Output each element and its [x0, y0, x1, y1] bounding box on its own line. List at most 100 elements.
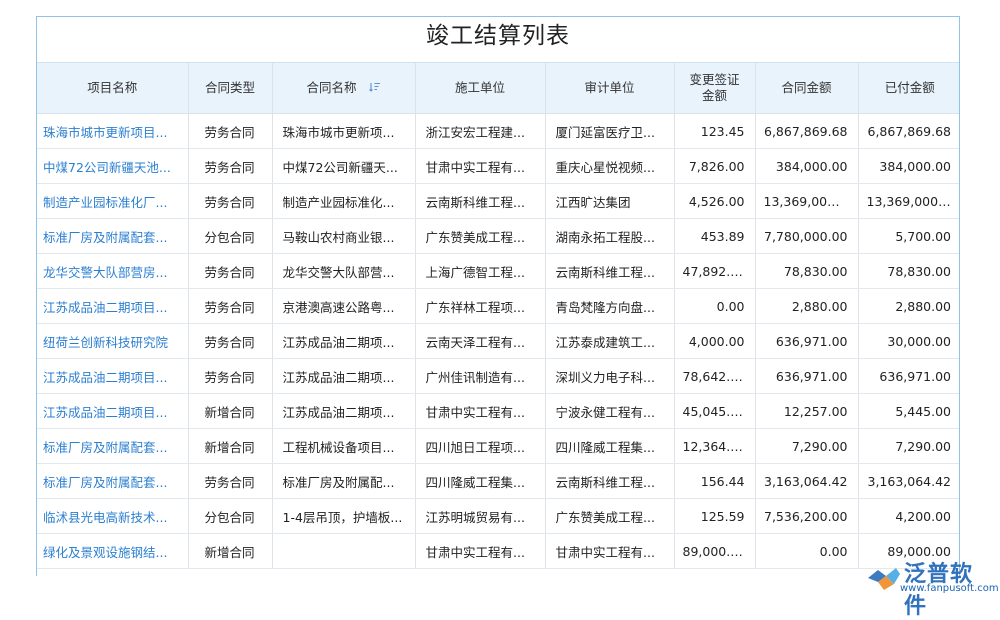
header-auditor[interactable]: 审计单位	[545, 63, 675, 114]
cell-auditor: 青岛梵隆方向盘...	[545, 288, 675, 324]
cell-contract-name: 中煤72公司新疆天...	[272, 148, 416, 184]
cell-change-amount: 453.89	[674, 218, 756, 254]
cell-project-name[interactable]: 临沭县光电高新技术...	[37, 498, 189, 534]
cell-contract-type: 新增合同	[188, 393, 273, 429]
cell-contract-name	[272, 533, 416, 569]
cell-paid-amount: 384,000.00	[858, 148, 959, 184]
brand-url: www.fanpusoft.com	[900, 583, 999, 594]
cell-contract-name: 江苏成品油二期项...	[272, 323, 416, 359]
cell-project-name[interactable]: 纽荷兰创新科技研究院	[37, 323, 189, 359]
cell-builder: 浙江安宏工程建...	[415, 113, 546, 149]
cell-contract-type: 劳务合同	[188, 148, 273, 184]
cell-contract-type: 新增合同	[188, 428, 273, 464]
cell-project-name[interactable]: 江苏成品油二期项目...	[37, 288, 189, 324]
cell-builder: 甘肃中实工程有...	[415, 393, 546, 429]
cell-contract-amount: 636,971.00	[755, 323, 859, 359]
settlement-table: 项目名称 合同类型 合同名称 施工单位 审计单位 变更签证 金额 合同金额 已付…	[37, 63, 959, 569]
cell-change-amount: 78,642.00	[674, 358, 756, 394]
table-row[interactable]: 江苏成品油二期项目... 劳务合同 京港澳高速公路粤... 广东祥林工程项... 青岛梵…	[37, 288, 959, 324]
cell-contract-name: 马鞍山农村商业银...	[272, 218, 416, 254]
cell-project-name[interactable]: 珠海市城市更新项目...	[37, 113, 189, 149]
cell-project-name[interactable]: 制造产业园标准化厂...	[37, 183, 189, 219]
cell-change-amount: 156.44	[674, 463, 756, 499]
cell-change-amount: 12,364.00	[674, 428, 756, 464]
cell-auditor: 江苏泰成建筑工...	[545, 323, 675, 359]
header-contract-type[interactable]: 合同类型	[188, 63, 273, 114]
cell-contract-name: 1-4层吊顶，护墙板...	[272, 498, 416, 534]
cell-auditor: 厦门延富医疗卫...	[545, 113, 675, 149]
header-change-line1: 变更签证	[689, 72, 740, 87]
table-row[interactable]: 标准厂房及附属配套... 新增合同 工程机械设备项目... 四川旭日工程项... 四川隆…	[37, 428, 959, 464]
cell-contract-name: 京港澳高速公路粤...	[272, 288, 416, 324]
cell-contract-amount: 12,257.00	[755, 393, 859, 429]
cell-auditor: 云南斯科维工程...	[545, 253, 675, 289]
cell-contract-amount: 7,780,000.00	[755, 218, 859, 254]
header-change-line2: 金额	[701, 88, 727, 103]
cell-contract-amount: 384,000.00	[755, 148, 859, 184]
cell-builder: 甘肃中实工程有...	[415, 533, 546, 569]
sort-icon[interactable]	[368, 80, 381, 96]
page-title: 竣工结算列表	[37, 17, 959, 63]
cell-change-amount: 47,892.45	[674, 253, 756, 289]
table-body: 珠海市城市更新项目... 劳务合同 珠海市城市更新项... 浙江安宏工程建... 厦门延…	[37, 113, 959, 569]
cell-project-name[interactable]: 标准厂房及附属配套...	[37, 218, 189, 254]
table-row[interactable]: 标准厂房及附属配套... 分包合同 马鞍山农村商业银... 广东赞美成工程... 湖南永…	[37, 218, 959, 254]
cell-builder: 四川隆威工程集...	[415, 463, 546, 499]
table-row[interactable]: 龙华交警大队部营房... 劳务合同 龙华交警大队部营... 上海广德智工程... 云南斯…	[37, 253, 959, 289]
cell-change-amount: 123.45	[674, 113, 756, 149]
table-row[interactable]: 珠海市城市更新项目... 劳务合同 珠海市城市更新项... 浙江安宏工程建... 厦门延…	[37, 113, 959, 149]
cell-auditor: 江西旷达集团	[545, 183, 675, 219]
cell-project-name[interactable]: 龙华交警大队部营房...	[37, 253, 189, 289]
cell-builder: 上海广德智工程...	[415, 253, 546, 289]
header-project-name[interactable]: 项目名称	[37, 63, 189, 114]
cell-change-amount: 45,045.00	[674, 393, 756, 429]
cell-project-name[interactable]: 江苏成品油二期项目...	[37, 358, 189, 394]
table-row[interactable]: 绿化及景观设施钢结... 新增合同 甘肃中实工程有... 甘肃中实工程有... 89,0…	[37, 533, 959, 569]
table-row[interactable]: 制造产业园标准化厂... 劳务合同 制造产业园标准化... 云南斯科维工程... 江西旷…	[37, 183, 959, 219]
cell-paid-amount: 7,290.00	[858, 428, 959, 464]
cell-change-amount: 0.00	[674, 288, 756, 324]
table-row[interactable]: 标准厂房及附属配套... 劳务合同 标准厂房及附属配... 四川隆威工程集... 云南斯…	[37, 463, 959, 499]
cell-builder: 四川旭日工程项...	[415, 428, 546, 464]
cell-builder: 广东祥林工程项...	[415, 288, 546, 324]
cell-contract-type: 劳务合同	[188, 288, 273, 324]
header-paid-amount[interactable]: 已付金额	[858, 63, 959, 114]
cell-contract-type: 劳务合同	[188, 463, 273, 499]
table-row[interactable]: 江苏成品油二期项目... 劳务合同 江苏成品油二期项... 广州佳讯制造有... 深圳义…	[37, 358, 959, 394]
cell-change-amount: 125.59	[674, 498, 756, 534]
cell-project-name[interactable]: 标准厂房及附属配套...	[37, 428, 189, 464]
cell-project-name[interactable]: 标准厂房及附属配套...	[37, 463, 189, 499]
cell-change-amount: 4,526.00	[674, 183, 756, 219]
header-contract-amount[interactable]: 合同金额	[755, 63, 859, 114]
cell-paid-amount: 5,700.00	[858, 218, 959, 254]
cell-contract-type: 劳务合同	[188, 323, 273, 359]
cell-contract-amount: 3,163,064.42	[755, 463, 859, 499]
table-row[interactable]: 江苏成品油二期项目... 新增合同 江苏成品油二期项... 甘肃中实工程有... 宁波永…	[37, 393, 959, 429]
cell-paid-amount: 3,163,064.42	[858, 463, 959, 499]
cell-auditor: 广东赞美成工程...	[545, 498, 675, 534]
cell-contract-amount: 7,536,200.00	[755, 498, 859, 534]
brand-watermark: 泛普软件 www.fanpusoft.com	[864, 556, 999, 619]
cell-change-amount: 4,000.00	[674, 323, 756, 359]
cell-project-name[interactable]: 中煤72公司新疆天池...	[37, 148, 189, 184]
cell-paid-amount: 4,200.00	[858, 498, 959, 534]
cell-contract-type: 新增合同	[188, 533, 273, 569]
cell-change-amount: 7,826.00	[674, 148, 756, 184]
table-row[interactable]: 纽荷兰创新科技研究院 劳务合同 江苏成品油二期项... 云南天泽工程有... 江苏泰成建…	[37, 323, 959, 359]
cell-contract-amount: 2,880.00	[755, 288, 859, 324]
table-row[interactable]: 临沭县光电高新技术... 分包合同 1-4层吊顶，护墙板... 江苏明城贸易有... 广…	[37, 498, 959, 534]
cell-builder: 云南斯科维工程...	[415, 183, 546, 219]
cell-project-name[interactable]: 江苏成品油二期项目...	[37, 393, 189, 429]
header-change-amount[interactable]: 变更签证 金额	[674, 63, 756, 114]
header-builder[interactable]: 施工单位	[415, 63, 546, 114]
cell-contract-name: 标准厂房及附属配...	[272, 463, 416, 499]
cell-auditor: 湖南永拓工程股...	[545, 218, 675, 254]
cell-contract-name: 珠海市城市更新项...	[272, 113, 416, 149]
cell-project-name[interactable]: 绿化及景观设施钢结...	[37, 533, 189, 569]
table-row[interactable]: 中煤72公司新疆天池... 劳务合同 中煤72公司新疆天... 甘肃中实工程有... 重…	[37, 148, 959, 184]
cell-auditor: 重庆心星悦视频...	[545, 148, 675, 184]
header-contract-name[interactable]: 合同名称	[272, 63, 416, 114]
cell-contract-type: 劳务合同	[188, 183, 273, 219]
table-header-row: 项目名称 合同类型 合同名称 施工单位 审计单位 变更签证 金额 合同金额 已付…	[37, 63, 959, 114]
cell-contract-type: 劳务合同	[188, 253, 273, 289]
